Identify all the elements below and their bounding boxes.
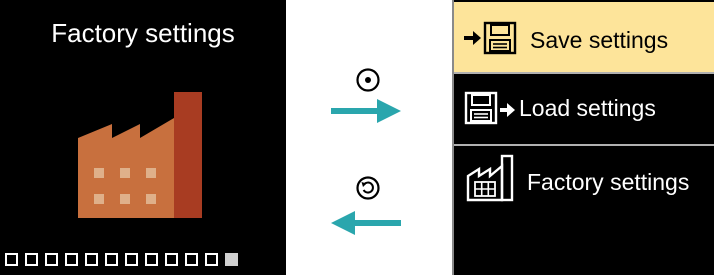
back-circle-icon — [356, 176, 380, 200]
page-dot — [165, 253, 178, 266]
page-dot — [105, 253, 118, 266]
factory-icon — [78, 92, 202, 218]
menu-item-label: Load settings — [519, 95, 656, 121]
menu-item-label: Factory settings — [527, 169, 690, 195]
settings-menu-screen: Save settings Load settings Factory sett… — [452, 0, 714, 275]
page-dot — [185, 253, 198, 266]
arrow-left-icon — [331, 211, 401, 235]
factory-settings-screen: Factory settings — [0, 0, 286, 275]
page-dot — [85, 253, 98, 266]
page-dot — [145, 253, 158, 266]
page-dot — [45, 253, 58, 266]
page-dot — [125, 253, 138, 266]
menu-item-load-settings[interactable]: Load settings — [454, 74, 714, 144]
page-dot-active — [225, 253, 238, 266]
select-circle-icon — [356, 68, 380, 92]
save-settings-icon — [464, 21, 517, 55]
factory-icon — [466, 154, 514, 202]
menu-item-label: Save settings — [530, 27, 669, 53]
arrow-right-icon — [331, 99, 401, 123]
factory-chimney — [174, 92, 202, 218]
page-dot — [205, 253, 218, 266]
page-dot — [5, 253, 18, 266]
page-dot — [65, 253, 78, 266]
page-indicator — [5, 253, 238, 268]
page-dot — [25, 253, 38, 266]
screen-title: Factory settings — [51, 18, 235, 48]
menu-item-save-settings[interactable]: Save settings — [454, 2, 714, 72]
menu-item-factory-settings[interactable]: Factory settings — [454, 146, 714, 216]
load-settings-icon — [464, 91, 515, 125]
